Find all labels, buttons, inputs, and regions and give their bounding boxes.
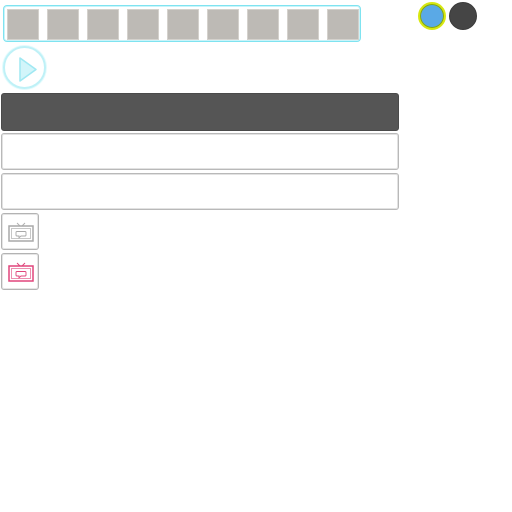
tv-button-active[interactable] xyxy=(1,253,39,290)
color-swatch-dark[interactable] xyxy=(449,2,477,30)
tile[interactable] xyxy=(47,9,79,40)
tile[interactable] xyxy=(287,9,319,40)
tv-icon xyxy=(8,262,34,282)
tile[interactable] xyxy=(327,9,359,40)
canvas xyxy=(0,0,512,512)
color-swatch-blue[interactable] xyxy=(418,2,446,30)
input-field[interactable] xyxy=(1,173,399,210)
tv-button[interactable] xyxy=(1,213,39,250)
tv-icon xyxy=(8,222,34,242)
tile[interactable] xyxy=(87,9,119,40)
play-button[interactable] xyxy=(3,46,46,89)
tile[interactable] xyxy=(167,9,199,40)
tile-strip xyxy=(3,5,361,42)
header-bar xyxy=(1,93,399,131)
tile[interactable] xyxy=(127,9,159,40)
tile[interactable] xyxy=(207,9,239,40)
input-field[interactable] xyxy=(1,133,399,170)
tile[interactable] xyxy=(247,9,279,40)
play-icon xyxy=(19,57,37,82)
tile[interactable] xyxy=(7,9,39,40)
